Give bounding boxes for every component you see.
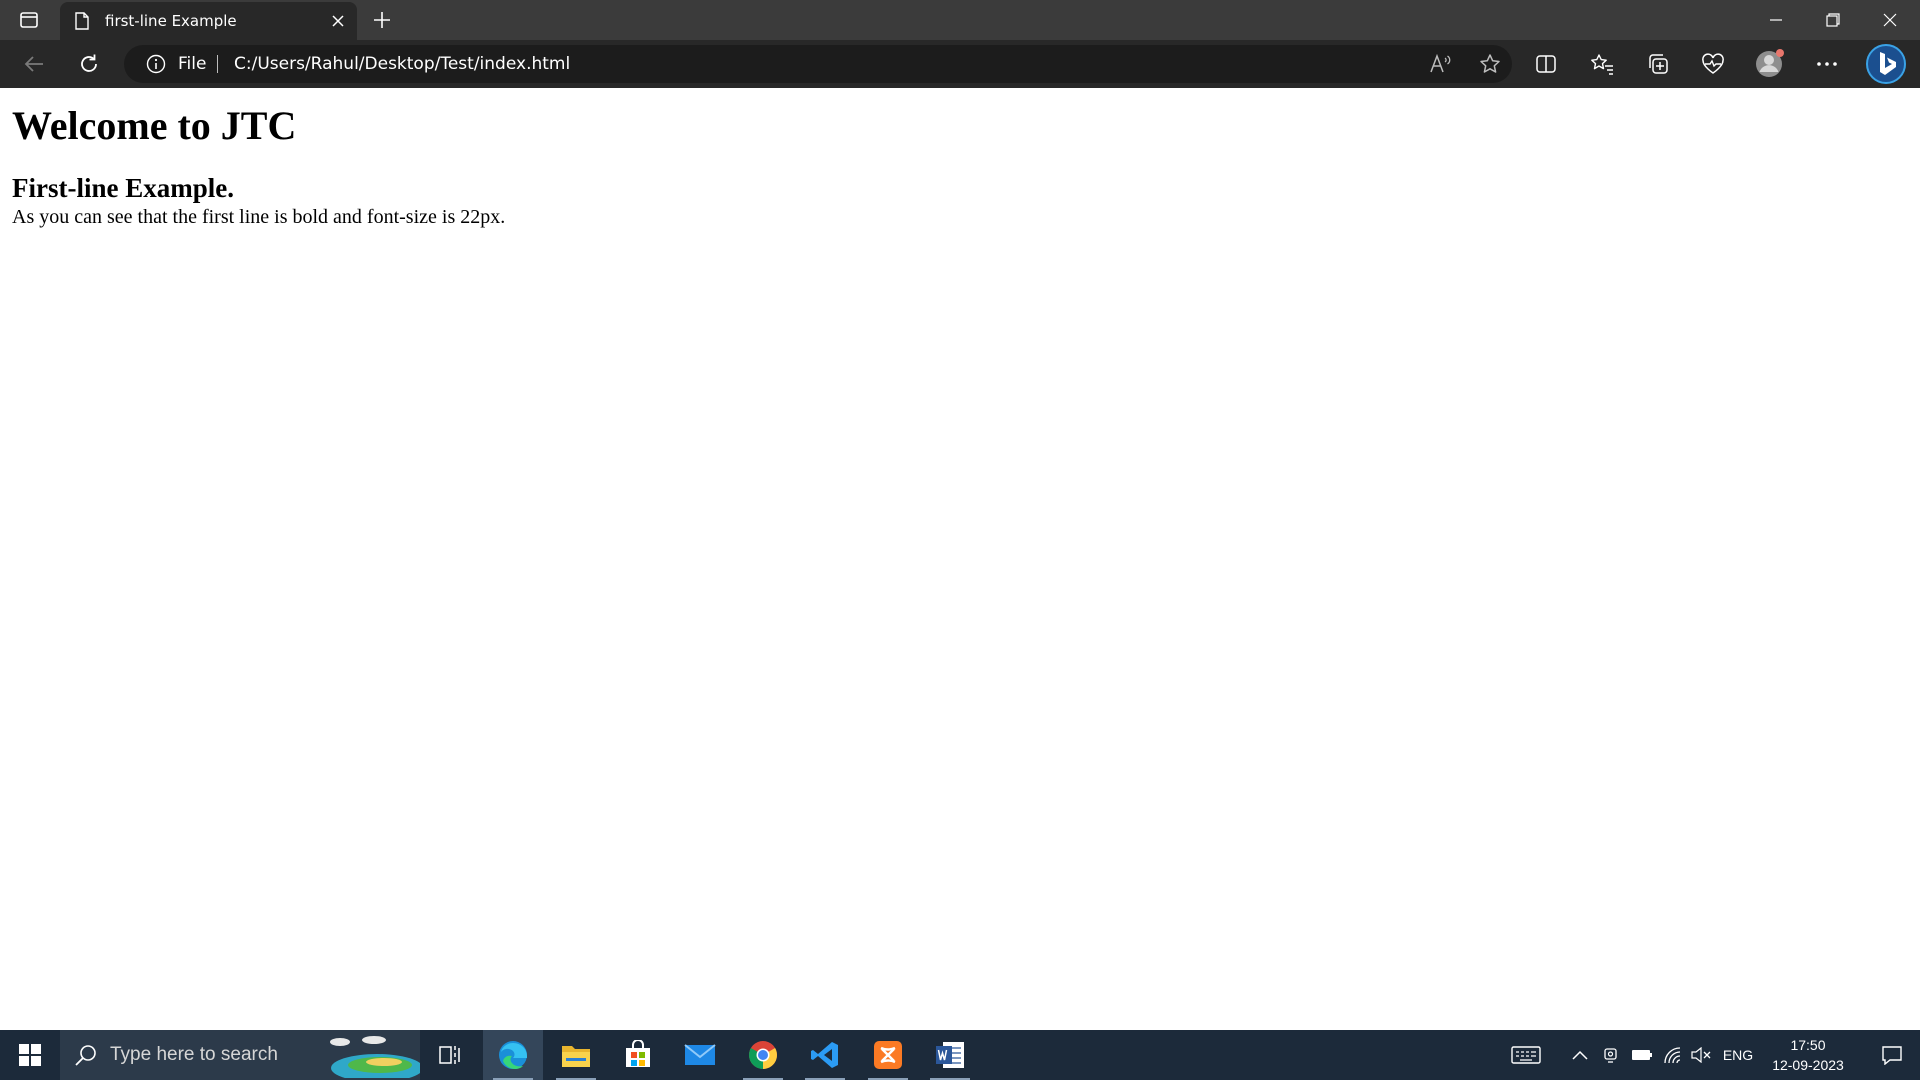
url-text[interactable]: C:/Users/Rahul/Desktop/Test/index.html xyxy=(234,54,570,74)
webcam-icon xyxy=(1604,1048,1617,1063)
browser-toolbar: File C:/Users/Rahul/Desktop/Test/index.h… xyxy=(0,40,1920,88)
browser-tab-strip: first-line Example xyxy=(0,0,1920,40)
language-label: ENG xyxy=(1722,1047,1754,1063)
favorites-button[interactable] xyxy=(1584,46,1620,82)
search-highlight-illustration xyxy=(322,1032,420,1078)
chrome-icon xyxy=(749,1041,777,1069)
tab-title: first-line Example xyxy=(105,12,237,30)
collections-button[interactable] xyxy=(1640,46,1676,82)
bing-icon xyxy=(1866,44,1906,84)
refresh-icon xyxy=(81,54,97,72)
tab-actions-button[interactable] xyxy=(16,8,42,32)
split-screen-button[interactable] xyxy=(1528,46,1564,82)
notification-icon xyxy=(1882,1046,1902,1065)
site-info-label[interactable]: File xyxy=(178,54,206,74)
xampp-icon xyxy=(874,1041,902,1069)
page-heading: Welcome to JTC xyxy=(12,103,297,148)
restore-button[interactable] xyxy=(1805,0,1861,40)
collections-icon xyxy=(1649,54,1668,74)
close-tab-button[interactable] xyxy=(328,11,348,31)
heart-pulse-icon xyxy=(1702,53,1724,74)
store-icon xyxy=(626,1040,650,1067)
clock-date: 12-09-2023 xyxy=(1772,1057,1844,1073)
page-icon xyxy=(75,12,89,30)
start-button[interactable] xyxy=(0,1030,60,1080)
minimize-button[interactable] xyxy=(1748,0,1804,40)
task-view-icon xyxy=(439,1046,460,1064)
favorites-icon xyxy=(1591,54,1613,75)
taskbar-app-edge[interactable] xyxy=(483,1030,543,1080)
address-bar[interactable]: File C:/Users/Rahul/Desktop/Test/index.h… xyxy=(124,45,1512,83)
close-icon xyxy=(332,15,344,27)
battery-button[interactable] xyxy=(1628,1030,1656,1080)
wifi-icon xyxy=(1664,1047,1681,1064)
language-indicator[interactable]: ENG xyxy=(1718,1030,1758,1080)
taskbar-clock[interactable]: 17:50 12-09-2023 xyxy=(1760,1035,1856,1075)
keyboard-icon xyxy=(1511,1046,1541,1064)
tab-first-line-example[interactable]: first-line Example xyxy=(60,2,357,40)
tab-actions-icon xyxy=(20,12,38,28)
profile-icon xyxy=(1756,49,1784,77)
taskbar-app-vscode[interactable] xyxy=(795,1030,855,1080)
back-button[interactable] xyxy=(16,46,52,82)
search-placeholder: Type here to search xyxy=(110,1044,278,1065)
taskbar-app-file-explorer[interactable] xyxy=(546,1030,606,1080)
split-screen-icon xyxy=(1536,55,1556,73)
profile-button[interactable] xyxy=(1752,46,1788,82)
restore-icon xyxy=(1826,13,1840,27)
taskbar-app-microsoft-store[interactable] xyxy=(608,1030,668,1080)
browser-essentials-button[interactable] xyxy=(1695,46,1731,82)
add-favorite-button[interactable] xyxy=(1478,52,1502,76)
windows-taskbar: Type here to search ENG 17:50 12-09-2023 xyxy=(0,1030,1920,1080)
volume-muted-icon xyxy=(1691,1047,1711,1063)
task-view-button[interactable] xyxy=(420,1030,480,1080)
minimize-icon xyxy=(1770,19,1782,21)
read-aloud-button[interactable] xyxy=(1428,52,1452,76)
show-hidden-icons-button[interactable] xyxy=(1568,1030,1592,1080)
chevron-up-icon xyxy=(1572,1050,1588,1060)
back-arrow-icon xyxy=(24,56,43,72)
copilot-button[interactable] xyxy=(1866,44,1906,84)
page-subheading: First-line Example. xyxy=(12,173,234,203)
vscode-icon xyxy=(811,1042,838,1068)
folder-icon xyxy=(562,1046,590,1067)
battery-icon xyxy=(1632,1050,1652,1060)
address-separator xyxy=(217,55,218,73)
meet-now-button[interactable] xyxy=(1600,1030,1624,1080)
info-icon[interactable] xyxy=(146,54,166,74)
word-icon xyxy=(936,1042,964,1068)
notification-center-button[interactable] xyxy=(1864,1030,1920,1080)
windows-logo-icon xyxy=(19,1044,41,1066)
page-paragraph: As you can see that the first line is bo… xyxy=(12,206,506,228)
settings-and-more-button[interactable] xyxy=(1809,46,1845,82)
taskbar-app-xampp[interactable] xyxy=(858,1030,918,1080)
taskbar-search-box[interactable]: Type here to search xyxy=(60,1030,420,1080)
clock-time: 17:50 xyxy=(1790,1037,1826,1053)
close-window-button[interactable] xyxy=(1862,0,1918,40)
taskbar-app-mail[interactable] xyxy=(670,1030,730,1080)
volume-button[interactable] xyxy=(1688,1030,1714,1080)
close-icon xyxy=(1883,13,1897,27)
touch-keyboard-button[interactable] xyxy=(1508,1030,1544,1080)
new-tab-button[interactable] xyxy=(368,6,396,34)
star-icon xyxy=(1480,54,1500,73)
search-icon xyxy=(75,1045,96,1066)
edge-icon xyxy=(499,1041,527,1069)
taskbar-app-chrome[interactable] xyxy=(733,1030,793,1080)
plus-icon xyxy=(374,12,390,28)
read-aloud-icon xyxy=(1430,54,1451,73)
mail-icon xyxy=(684,1044,716,1065)
more-icon xyxy=(1817,62,1837,66)
taskbar-app-word[interactable] xyxy=(920,1030,980,1080)
refresh-button[interactable] xyxy=(71,46,107,82)
web-page: Welcome to JTC First-line Example. As yo… xyxy=(0,88,1920,1030)
network-button[interactable] xyxy=(1660,1030,1686,1080)
